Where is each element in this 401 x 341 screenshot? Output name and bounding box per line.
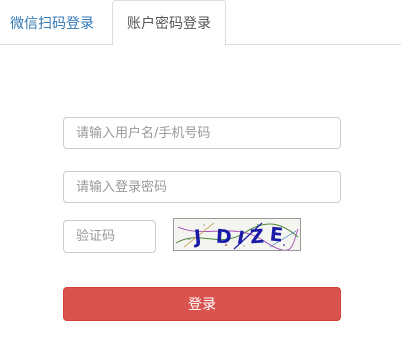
tab-wechat-login[interactable]: 微信扫码登录 (0, 0, 104, 45)
tab-wechat-login-label: 微信扫码登录 (10, 15, 94, 32)
captcha-noise-dot (283, 244, 285, 246)
password-input[interactable] (63, 171, 341, 203)
captcha-noise-dot (203, 224, 205, 226)
username-input[interactable] (63, 117, 341, 149)
captcha-char: D (215, 226, 232, 249)
captcha-noise-dot (243, 245, 245, 247)
tab-password-login[interactable]: 账户密码登录 (112, 0, 226, 46)
captcha-noise-dot (188, 238, 190, 240)
captcha-char: Z (249, 225, 264, 248)
captcha-char: E (269, 223, 284, 246)
login-tabs: 微信扫码登录 账户密码登录 (0, 0, 401, 46)
captcha-image[interactable]: J D I Z E (173, 218, 301, 251)
tab-password-login-label: 账户密码登录 (127, 16, 211, 32)
captcha-input[interactable] (63, 220, 156, 253)
login-button[interactable]: 登录 (63, 287, 341, 321)
captcha-graphic: J D I Z E (175, 222, 299, 250)
